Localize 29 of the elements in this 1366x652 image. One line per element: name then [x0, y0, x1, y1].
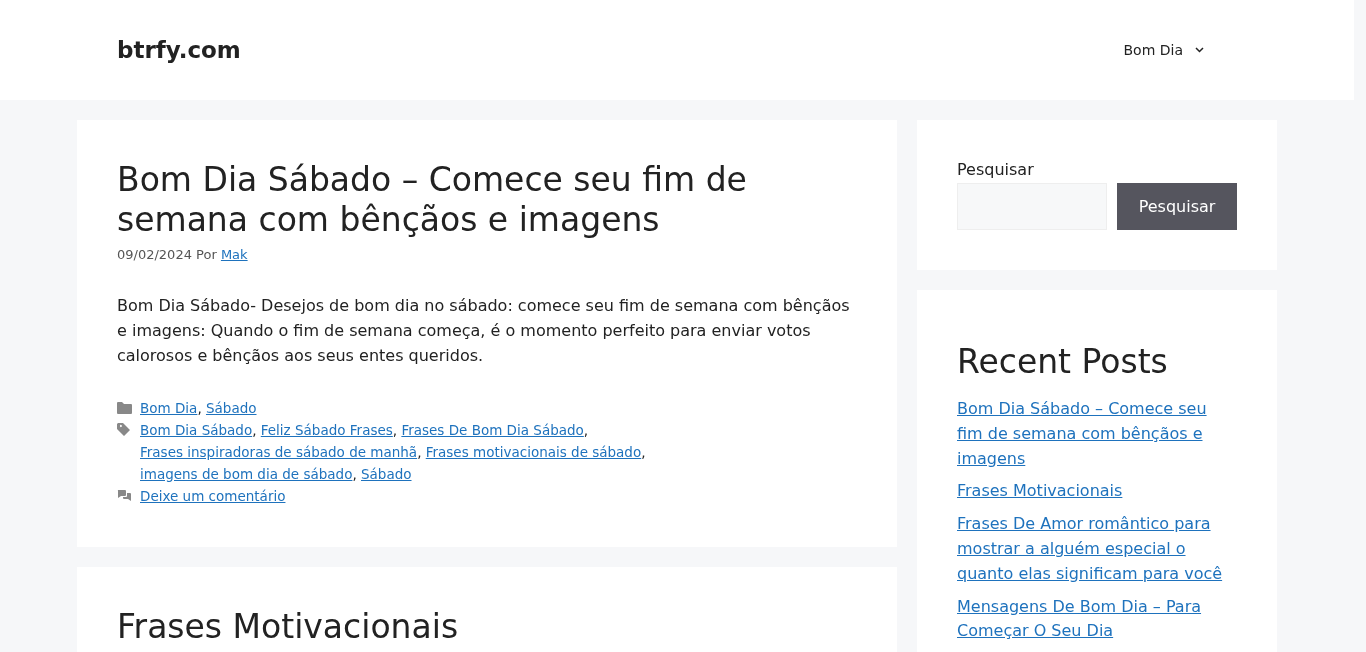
post-meta: 09/02/2024 Por Mak [117, 247, 249, 263]
recent-post-link[interactable]: Bom Dia Sábado – Comece seu fim de semana com bênçãos e imagens [957, 397, 1237, 472]
tag-link[interactable]: Sábado [361, 465, 412, 482]
category-link[interactable]: Sábado [206, 399, 257, 416]
tag-link[interactable]: Frases De Bom Dia Sábado [401, 421, 584, 438]
search-button[interactable]: Pesquisar [1117, 183, 1237, 230]
nav-menu-item[interactable]: Bom Dia [1123, 42, 1204, 58]
post-excerpt: Bom Dia Sábado- Desejos de bom dia no sábado: comece seu fim de semana com bênçãos e imagens: Quando o fim de semana começa, é o momento perfeito para enviar votos calorosos e bênçãos aos seus entes queridos. [117, 295, 851, 367]
tag-link[interactable]: Frases motivacionais de sábado [425, 443, 642, 460]
comments-icon [117, 488, 132, 502]
category-link[interactable]: Bom Dia [140, 399, 198, 416]
tag-link[interactable]: imagens de bom dia de sábado [140, 465, 353, 482]
site-title[interactable]: btrfy.com [117, 37, 241, 63]
search-label: Pesquisar [957, 160, 1035, 179]
author-link[interactable]: Mak [220, 247, 248, 263]
tag-link[interactable]: Feliz Sábado Frases [260, 421, 393, 438]
recent-post-link[interactable]: Frases Motivacionais [957, 479, 1237, 505]
widget-title: Recent Posts [957, 342, 1169, 381]
tag-list: Bom Dia Sábado, Feliz Sábado Frases, Frases De Bom Dia Sábado, Frases inspiradoras de sábado de manhã, Frases motivacionais de sábado, imagens de bom dia de sábado, Sábado [140, 418, 857, 485]
post-title: Bom Dia Sábado – Comece seu fim de semana com bênçãos e imagens [117, 160, 748, 240]
category-list: Bom Dia, Sábado [140, 396, 257, 419]
tag-icon [117, 422, 132, 436]
tag-link[interactable]: Frases inspiradoras de sábado de manhã [140, 443, 418, 460]
post-title: Frases Motivacionais [117, 606, 460, 647]
recent-post-link[interactable]: Frases De Amor romântico para mostrar a alguém especial o quanto elas significam para você [957, 512, 1237, 587]
folder-icon [117, 400, 132, 414]
recent-post-link[interactable]: Mensagens De Bom Dia – Para Começar O Seu Dia [957, 594, 1237, 645]
comment-link[interactable]: Deixe um comentário [140, 484, 286, 507]
tag-link[interactable]: Bom Dia Sábado [140, 421, 253, 438]
